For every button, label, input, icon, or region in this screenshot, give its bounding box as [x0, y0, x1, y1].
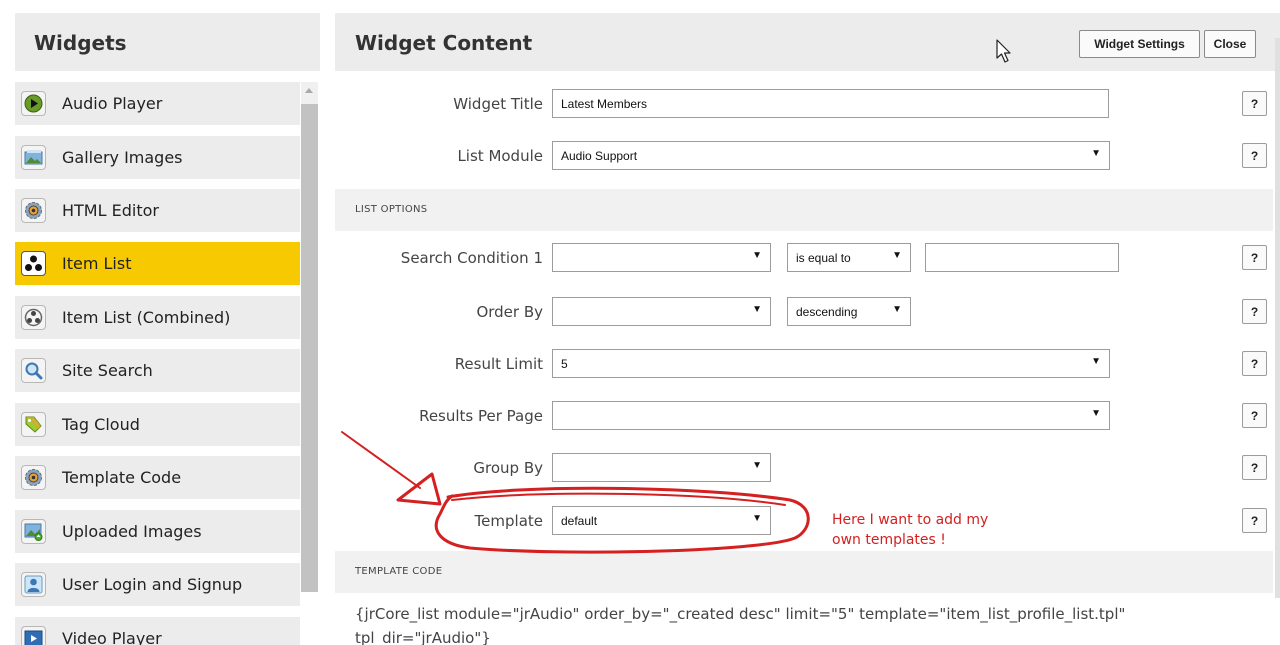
help-button[interactable]: ? [1242, 245, 1267, 270]
sidebar-header: Widgets [15, 13, 320, 71]
search-operator-select[interactable]: is equal to ▼ [787, 243, 911, 272]
chevron-down-icon: ▼ [1091, 408, 1101, 419]
annotation-note-line-2: own templates ! [832, 532, 946, 548]
list-options-section-header: LIST OPTIONS [335, 189, 1273, 231]
scroll-up-arrow-icon[interactable] [305, 88, 313, 93]
widget-item-video-player[interactable]: Video Player [15, 617, 300, 645]
chevron-down-icon: ▼ [752, 513, 762, 524]
chevron-down-icon: ▼ [752, 304, 762, 315]
help-button[interactable]: ? [1242, 91, 1267, 116]
chevron-down-icon: ▼ [752, 460, 762, 471]
user-icon [21, 572, 46, 597]
annotation-note: Here I want to add my own templates ! [832, 510, 1032, 550]
tag-icon [21, 412, 46, 437]
chevron-down-icon: ▼ [892, 250, 902, 261]
search-icon [21, 358, 46, 383]
result-limit-select[interactable]: 5 ▼ [552, 349, 1110, 378]
chevron-down-icon: ▼ [1091, 148, 1101, 159]
widget-item-uploaded-images[interactable]: Uploaded Images [15, 510, 300, 553]
help-button[interactable]: ? [1242, 351, 1267, 376]
help-button[interactable]: ? [1242, 508, 1267, 533]
group-by-select[interactable]: ▼ [552, 453, 771, 482]
help-button[interactable]: ? [1242, 143, 1267, 168]
mouse-cursor-icon [996, 39, 1011, 63]
chevron-down-icon: ▼ [1091, 356, 1101, 367]
play-icon [21, 91, 46, 116]
template-label: Template [474, 512, 543, 530]
result-limit-label: Result Limit [454, 355, 543, 373]
widget-item-html-editor[interactable]: HTML Editor [15, 189, 300, 232]
widget-label: User Login and Signup [62, 575, 243, 594]
chevron-down-icon: ▼ [892, 304, 902, 315]
widget-label: Item List (Combined) [62, 308, 231, 327]
widget-label: Uploaded Images [62, 522, 202, 541]
gallery-icon [21, 145, 46, 170]
search-condition-label: Search Condition 1 [400, 249, 543, 267]
section-heading: TEMPLATE CODE [355, 566, 443, 577]
widget-item-item-list-combined[interactable]: Item List (Combined) [15, 296, 300, 339]
widgets-sidebar: Widgets Audio Player Gallery Images HTML… [0, 0, 320, 645]
help-button[interactable]: ? [1242, 299, 1267, 324]
widget-item-site-search[interactable]: Site Search [15, 349, 300, 392]
close-button[interactable]: Close [1204, 30, 1256, 58]
widget-label: Site Search [62, 361, 153, 380]
gear-icon [21, 198, 46, 223]
gear-icon [21, 465, 46, 490]
annotation-note-line-1: Here I want to add my [832, 512, 989, 528]
help-button[interactable]: ? [1242, 455, 1267, 480]
order-direction-select[interactable]: descending ▼ [787, 297, 911, 326]
template-code-section-header: TEMPLATE CODE [335, 551, 1273, 593]
main-header: Widget Content Widget Settings Close [335, 13, 1280, 71]
scrollbar-thumb[interactable] [301, 104, 318, 592]
section-heading: LIST OPTIONS [355, 204, 428, 215]
template-code-text: {jrCore_list module="jrAudio" order_by="… [355, 605, 1126, 645]
widget-title-input[interactable]: Latest Members [552, 89, 1109, 118]
widget-item-gallery-images[interactable]: Gallery Images [15, 136, 300, 179]
sidebar-scrollbar[interactable] [301, 82, 318, 592]
widget-label: Template Code [62, 468, 182, 487]
widget-label: Audio Player [62, 94, 163, 113]
widget-item-audio-player[interactable]: Audio Player [15, 82, 300, 125]
widget-item-user-login[interactable]: User Login and Signup [15, 563, 300, 606]
group-by-label: Group By [473, 459, 543, 477]
chevron-down-icon: ▼ [752, 250, 762, 261]
widget-item-item-list[interactable]: Item List [15, 242, 300, 285]
order-by-select[interactable]: ▼ [552, 297, 771, 326]
page-title: Widget Content [355, 31, 533, 55]
sidebar-title: Widgets [34, 31, 127, 55]
search-value-input[interactable] [925, 243, 1119, 272]
widget-item-tag-cloud[interactable]: Tag Cloud [15, 403, 300, 446]
widget-title-label: Widget Title [453, 95, 543, 113]
widget-label: Gallery Images [62, 148, 183, 167]
widget-label: Tag Cloud [62, 415, 140, 434]
help-button[interactable]: ? [1242, 403, 1267, 428]
main-scrollbar[interactable] [1275, 38, 1280, 598]
widget-label: HTML Editor [62, 201, 159, 220]
order-by-label: Order By [476, 303, 543, 321]
template-select[interactable]: default ▼ [552, 506, 771, 535]
results-per-page-label: Results Per Page [419, 407, 543, 425]
video-icon [21, 626, 46, 645]
widget-item-template-code[interactable]: Template Code [15, 456, 300, 499]
list-module-select[interactable]: Audio Support ▼ [552, 141, 1110, 170]
results-per-page-select[interactable]: ▼ [552, 401, 1110, 430]
list-module-label: List Module [457, 147, 543, 165]
widget-label: Item List [62, 254, 132, 273]
item-list-combined-icon [21, 305, 46, 330]
widget-label: Video Player [62, 629, 162, 645]
widget-content-panel: Widget Content Widget Settings Close Wid… [335, 13, 1280, 645]
search-field-select[interactable]: ▼ [552, 243, 771, 272]
item-list-icon [21, 251, 46, 276]
image-upload-icon [21, 519, 46, 544]
widget-settings-button[interactable]: Widget Settings [1079, 30, 1200, 58]
